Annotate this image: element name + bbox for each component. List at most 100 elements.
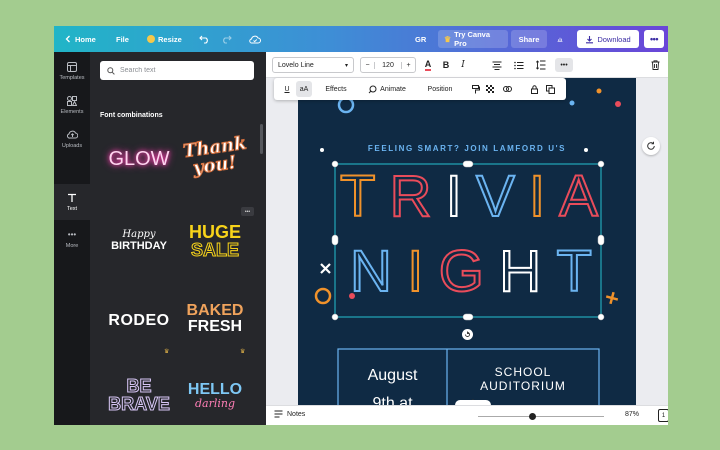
font-combo-card[interactable]: GLOW xyxy=(106,134,172,184)
combo-text: Happy xyxy=(122,229,156,240)
delete-button[interactable] xyxy=(648,58,662,72)
download-button[interactable]: Download xyxy=(577,30,639,48)
search-input[interactable] xyxy=(120,67,240,74)
font-combo-card[interactable]: HELLO darling xyxy=(182,370,248,420)
font-combo-card[interactable]: RODEO xyxy=(106,296,172,346)
search-icon xyxy=(107,66,115,75)
panel-scrollbar[interactable] xyxy=(260,124,263,154)
position-label: Position xyxy=(427,85,453,93)
more-icon: ••• xyxy=(560,61,568,69)
resize-button[interactable]: Resize xyxy=(147,26,182,52)
decor-circle xyxy=(337,96,355,114)
italic-button[interactable]: I xyxy=(456,58,470,72)
home-button[interactable]: Home xyxy=(64,26,96,52)
redo-button[interactable] xyxy=(221,26,232,52)
zoom-level[interactable]: 87% xyxy=(625,411,639,418)
decrease-size-button[interactable]: − xyxy=(361,61,375,69)
increase-size-button[interactable]: + xyxy=(401,61,415,69)
format-painter-button[interactable] xyxy=(470,81,482,97)
decor-dot xyxy=(615,101,621,107)
refresh-icon xyxy=(647,141,655,150)
align-button[interactable] xyxy=(490,58,504,72)
combo-text: BRAVE xyxy=(108,394,171,414)
title-letter: H xyxy=(498,239,542,304)
rail-label: More xyxy=(65,243,79,249)
font-selector[interactable]: Lovelo Line ▾ xyxy=(272,57,354,73)
poster-venue[interactable]: SCHOOL AUDITORIUM xyxy=(447,365,599,393)
more-options-button[interactable]: ••• xyxy=(644,30,664,48)
list-icon xyxy=(514,61,524,69)
try-pro-button[interactable]: ♛ Try Canva Pro xyxy=(438,30,508,48)
effects-button[interactable]: Effects xyxy=(320,81,352,97)
canva-editor: Home File Resize GR ♛ Try Canva Pro Shar… xyxy=(54,26,668,425)
elements-icon xyxy=(67,95,78,106)
rail-item-uploads[interactable]: Uploads xyxy=(54,122,90,156)
rail-item-elements[interactable]: Elements xyxy=(54,88,90,122)
bold-button[interactable]: B xyxy=(439,58,453,72)
decor-plus xyxy=(605,291,619,305)
bar-chart-icon xyxy=(557,37,563,42)
transparency-button[interactable] xyxy=(484,81,496,97)
more-icon: ••• xyxy=(67,230,77,239)
rotate-handle[interactable] xyxy=(462,329,473,340)
animate-button[interactable]: Animate xyxy=(364,81,410,97)
try-pro-label: Try Canva Pro xyxy=(454,30,491,48)
poster-title-line1[interactable]: T R I V I A xyxy=(339,164,599,229)
undo-icon xyxy=(199,35,208,44)
font-combo-card[interactable]: HUGE SALE xyxy=(182,216,248,266)
user-avatar[interactable]: GR xyxy=(415,26,426,52)
title-letter: R xyxy=(389,164,433,229)
user-initials: GR xyxy=(415,34,427,44)
font-combo-card[interactable]: BE BRAVE xyxy=(106,370,172,420)
share-label: Share xyxy=(518,34,540,44)
spacing-button[interactable] xyxy=(534,58,548,72)
rotate-icon xyxy=(465,331,470,337)
text-icon xyxy=(67,192,78,203)
crown-icon: ♛ xyxy=(164,349,170,355)
toolbar-more-button[interactable]: ••• xyxy=(555,58,573,72)
undo-button[interactable] xyxy=(199,26,210,52)
font-combo-card[interactable]: BAKED FRESH xyxy=(182,294,248,344)
duplicate-button[interactable] xyxy=(544,81,556,97)
file-menu[interactable]: File xyxy=(116,26,129,52)
link-button[interactable] xyxy=(501,81,513,97)
letter-case-icon: aA xyxy=(299,85,309,93)
list-button[interactable] xyxy=(512,58,526,72)
font-combo-card[interactable]: Thank you! xyxy=(181,132,248,182)
page-number: 1 xyxy=(661,412,666,419)
poster-title-line2[interactable]: N I G H T xyxy=(349,239,593,304)
poster-date[interactable]: August 9th at xyxy=(338,362,447,405)
combo-text: BAKED xyxy=(186,302,244,319)
insights-button[interactable] xyxy=(551,30,569,48)
rail-item-more[interactable]: ••• More xyxy=(54,222,90,256)
font-size-value[interactable]: 120 xyxy=(375,62,401,69)
cloud-save-button[interactable] xyxy=(249,26,261,52)
rail-item-text[interactable]: Text xyxy=(54,184,90,220)
rail-item-templates[interactable]: Templates xyxy=(54,54,90,88)
share-button[interactable]: Share xyxy=(511,30,547,48)
text-color-button[interactable]: A xyxy=(421,58,435,72)
side-rail: Templates Elements Uploads Text ••• More xyxy=(54,52,90,425)
position-button[interactable]: Position xyxy=(422,81,458,97)
poster-design[interactable]: FEELING SMART? JOIN LAMFORD U'S T R I V … xyxy=(298,78,636,405)
card-more-button[interactable]: ••• xyxy=(241,207,254,216)
notes-button[interactable]: Notes xyxy=(274,410,305,418)
lock-button[interactable] xyxy=(528,81,540,97)
home-label: Home xyxy=(75,34,96,44)
combo-text: SALE xyxy=(190,240,239,260)
poster-tagline[interactable]: FEELING SMART? JOIN LAMFORD U'S xyxy=(298,144,636,153)
page-count-button[interactable]: 1 xyxy=(658,409,668,422)
underline-button[interactable]: U xyxy=(280,81,294,97)
refresh-button[interactable] xyxy=(642,137,660,155)
font-combo-card[interactable]: Happy BIRTHDAY xyxy=(106,216,172,266)
zoom-slider-thumb[interactable] xyxy=(529,413,536,420)
title-letter: I xyxy=(406,239,424,304)
combo-text: HUGE xyxy=(188,222,241,242)
search-box[interactable] xyxy=(100,61,254,80)
combo-text: RODEO xyxy=(108,312,170,329)
trash-icon xyxy=(651,60,659,70)
decor-dot xyxy=(596,88,602,94)
title-letter: G xyxy=(438,239,485,304)
letter-case-button[interactable]: aA xyxy=(296,81,312,97)
zoom-slider[interactable] xyxy=(478,413,604,420)
